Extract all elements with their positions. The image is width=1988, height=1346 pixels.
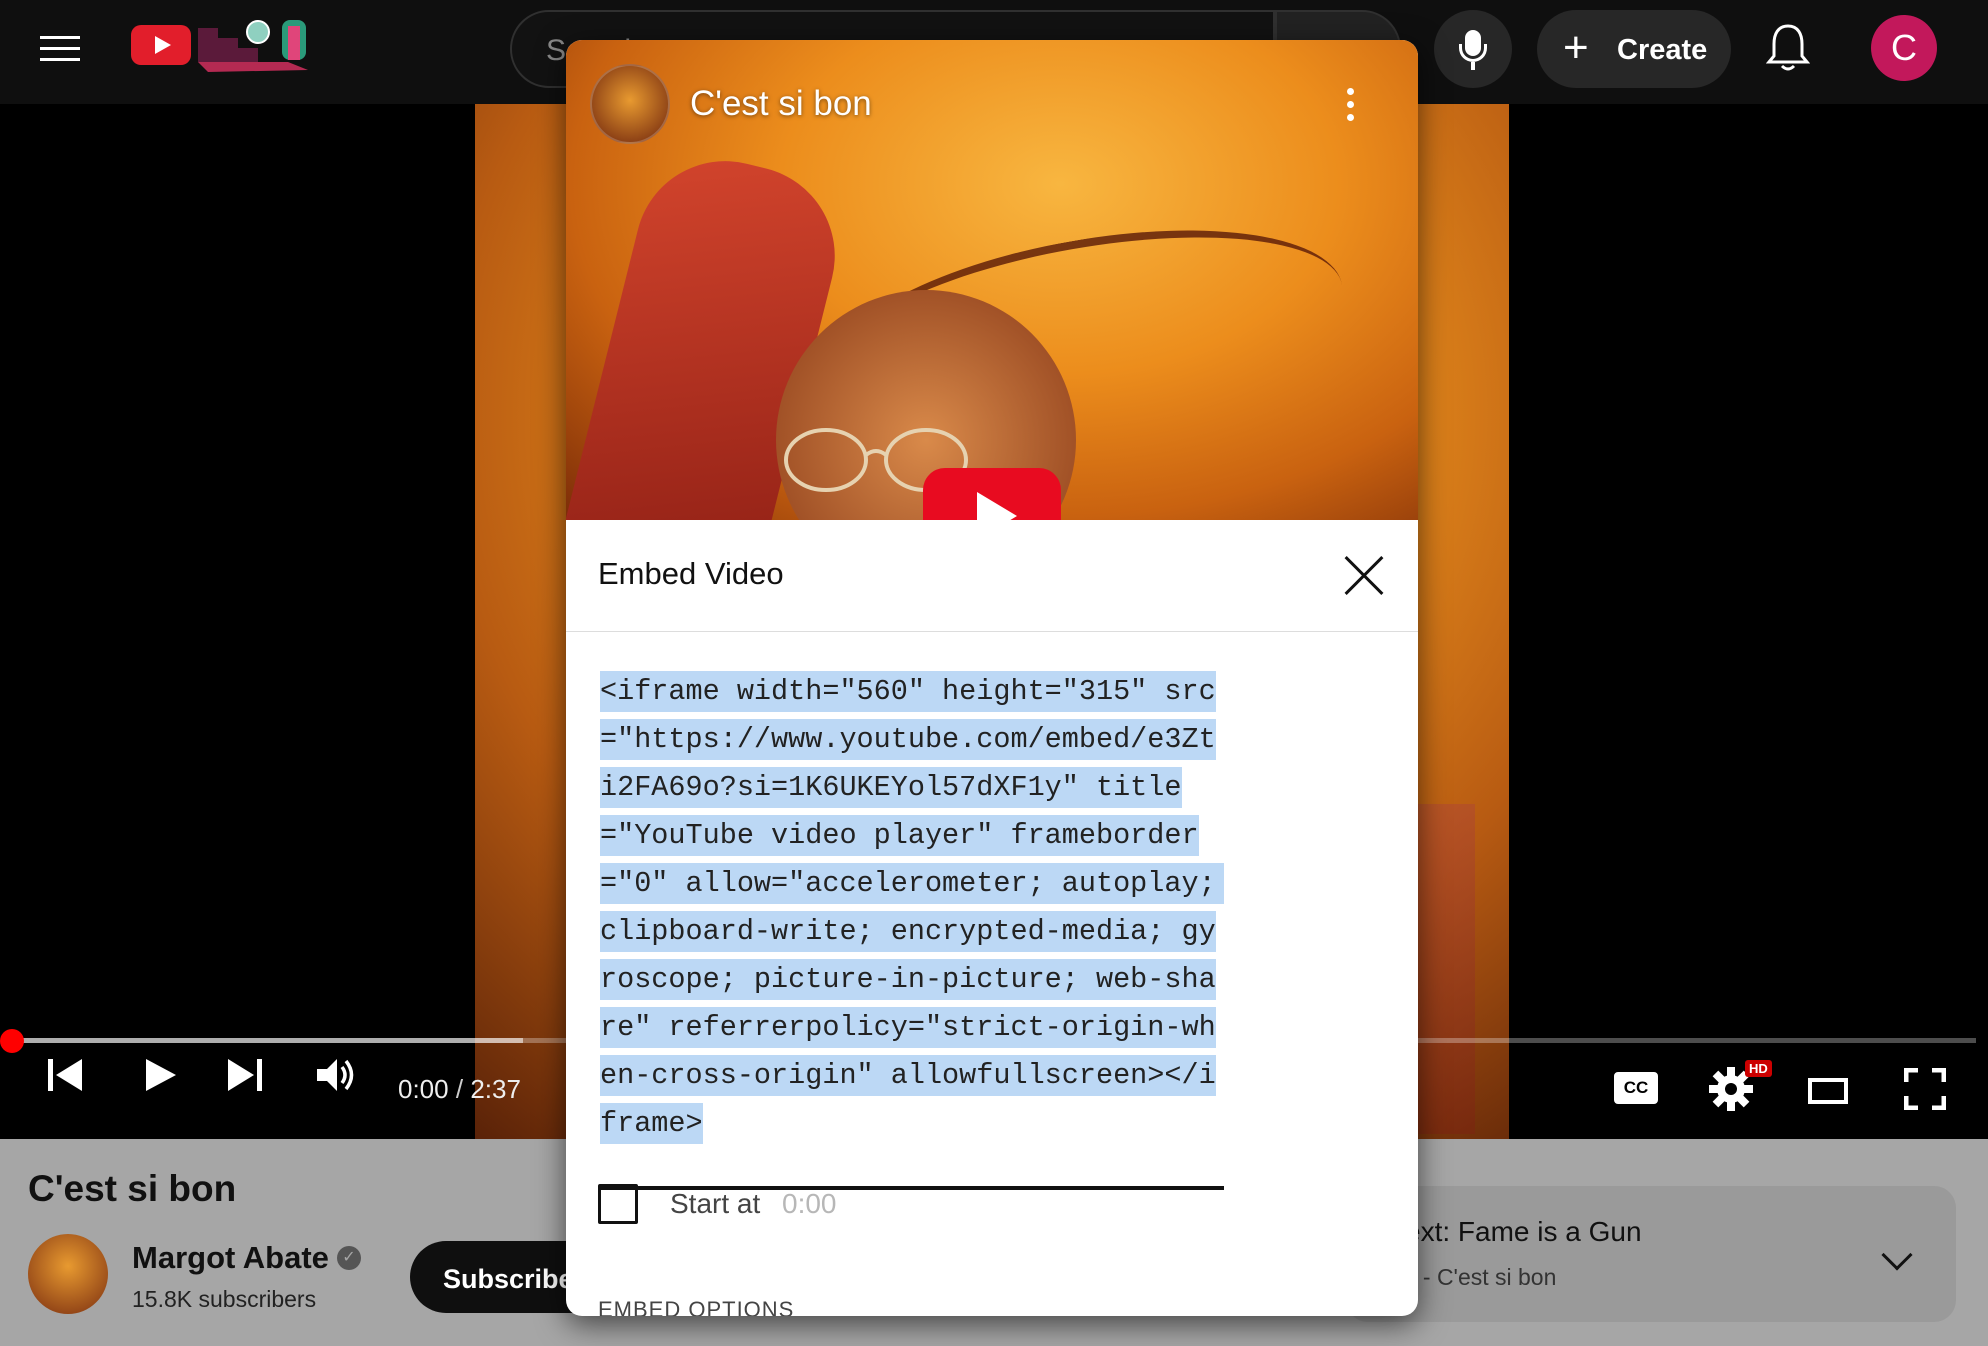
theater-mode-icon[interactable] — [1808, 1078, 1848, 1104]
plus-icon: + — [1563, 23, 1589, 72]
subscriber-count: 15.8K subscribers — [132, 1286, 317, 1312]
microphone-button[interactable] — [1434, 10, 1512, 88]
captions-button[interactable]: CC — [1614, 1072, 1658, 1104]
start-at-input[interactable]: 0:00 — [782, 1188, 837, 1220]
close-icon[interactable] — [1344, 556, 1384, 596]
verified-icon: ✓ — [337, 1246, 361, 1270]
play-icon[interactable] — [140, 1055, 180, 1095]
fullscreen-icon[interactable] — [1904, 1068, 1946, 1110]
menu-icon[interactable] — [40, 30, 80, 66]
more-options-icon[interactable] — [1344, 88, 1358, 128]
embed-code-textarea[interactable]: <iframe width="560" height="315" src="ht… — [598, 668, 1224, 1190]
preview-title: C'est si bon — [690, 84, 872, 123]
channel-avatar[interactable] — [28, 1234, 108, 1314]
account-avatar[interactable]: C — [1871, 15, 1937, 81]
duration: 2:37 — [470, 1074, 521, 1104]
up-next-title: ext: Fame is a Gun — [1405, 1216, 1642, 1247]
time-separator: / — [455, 1074, 464, 1104]
create-button[interactable]: + Create — [1537, 10, 1731, 88]
up-next-subtitle: x - C'est si bon — [1405, 1264, 1557, 1290]
previous-icon[interactable] — [46, 1055, 86, 1095]
doodle-logo[interactable] — [198, 18, 310, 78]
youtube-play-icon[interactable] — [923, 468, 1061, 520]
start-at-label: Start at — [670, 1188, 761, 1219]
dialog-title: Embed Video — [598, 556, 784, 591]
up-next-card[interactable] — [1346, 1186, 1956, 1322]
youtube-logo[interactable] — [131, 25, 191, 65]
embed-preview[interactable]: C'est si bon — [566, 40, 1418, 520]
next-icon[interactable] — [224, 1055, 264, 1095]
volume-icon[interactable] — [315, 1055, 359, 1095]
channel-name[interactable]: Margot Abate — [132, 1240, 329, 1276]
embed-code-text: <iframe width="560" height="315" src="ht… — [600, 671, 1224, 1144]
start-at-checkbox[interactable] — [598, 1184, 638, 1224]
time-display: 0:00 / 2:37 — [398, 1074, 521, 1105]
hd-badge: HD — [1745, 1060, 1772, 1077]
video-title: C'est si bon — [28, 1168, 237, 1209]
create-label: Create — [1617, 34, 1708, 66]
buffer-bar — [12, 1038, 523, 1043]
embed-options-heading: EMBED OPTIONS — [598, 1297, 795, 1316]
current-time: 0:00 — [398, 1074, 449, 1104]
embed-dialog: C'est si bon Embed Video <iframe width="… — [566, 40, 1418, 1316]
dialog-header: Embed Video — [566, 520, 1418, 632]
preview-channel-avatar — [590, 64, 670, 144]
notifications-bell-icon[interactable] — [1766, 22, 1810, 74]
scrubber-knob[interactable] — [0, 1029, 24, 1053]
